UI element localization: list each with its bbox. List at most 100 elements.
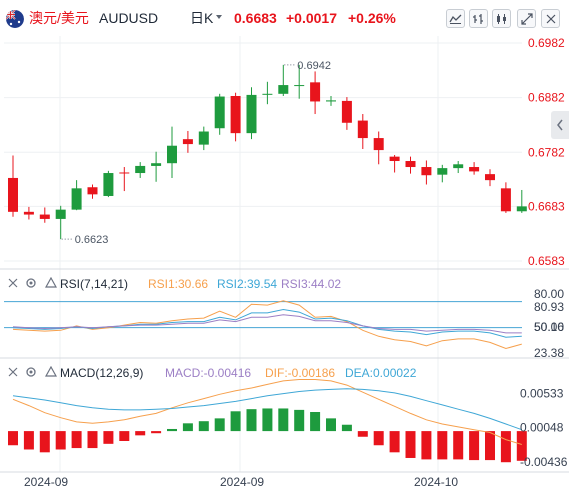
rsi-settings-icon[interactable]: [24, 276, 37, 289]
rsi-axis-label: 23.38: [534, 346, 564, 360]
symbol-code: AUDUSD: [99, 10, 159, 26]
macd-axis-label: 0.00533: [520, 386, 564, 400]
period-dropdown-icon[interactable]: [216, 15, 222, 19]
macd-histogram-bar: [87, 431, 98, 449]
candle-style-button[interactable]: [492, 9, 511, 28]
candle-body: [230, 95, 241, 134]
candle-body: [500, 188, 511, 212]
macd-histogram-bar: [310, 412, 321, 432]
macd-histogram-bar: [437, 431, 448, 460]
macd-histogram-bar: [246, 409, 257, 432]
dea-value: DEA:0.00022: [345, 366, 417, 380]
indicator-icon: [449, 14, 462, 24]
macd-histogram-bar: [71, 431, 82, 449]
macd-histogram-bar: [214, 418, 225, 432]
rsi1-value: RSI1:30.66: [148, 277, 209, 291]
macd-histogram-bar: [198, 421, 209, 432]
candle-body: [8, 177, 18, 212]
candle-body: [516, 206, 527, 212]
macd-collapse-icon[interactable]: [6, 365, 19, 378]
macd-histogram-bar: [278, 408, 289, 432]
more-button[interactable]: [541, 9, 560, 28]
candle-body: [182, 139, 193, 145]
indicator-button[interactable]: [446, 9, 465, 28]
fullscreen-button[interactable]: [517, 9, 536, 28]
candle-body: [246, 94, 257, 134]
macd-histogram-bar: [39, 431, 50, 453]
rsi-axis-label: 80.00: [534, 287, 564, 301]
macd-histogram-bar: [135, 431, 146, 436]
macd-histogram-bar: [421, 431, 432, 460]
candle-body: [341, 100, 352, 123]
macd-histogram-bar: [182, 423, 193, 432]
macd-histogram-bar: [357, 431, 368, 437]
macd-histogram-bar: [55, 431, 66, 450]
macd-histogram-bar: [294, 409, 305, 432]
macd-histogram-bar: [103, 431, 114, 444]
date-axis-label: 2024-10: [414, 475, 458, 489]
candle-body: [485, 174, 495, 181]
macd-settings-icon[interactable]: [24, 365, 37, 378]
chevron-left-icon: [557, 119, 563, 131]
macd-histogram-bar: [151, 431, 162, 434]
candle-body: [389, 156, 400, 162]
rsi2-value: RSI2:39.54: [217, 277, 278, 291]
macd-histogram-bar: [167, 428, 177, 432]
rsi-axis-label: 80.93: [534, 300, 564, 314]
macd-value: MACD:-0.00416: [165, 366, 252, 380]
bar-style-button[interactable]: [469, 9, 488, 28]
low-price-annotation: 0.6623: [75, 234, 109, 246]
dif-value: DIF:-0.00186: [265, 366, 336, 380]
date-axis-label: 2024-09: [220, 475, 264, 489]
candle-body: [167, 145, 177, 164]
candle-body: [278, 85, 289, 94]
candle-body: [151, 163, 162, 166]
macd-axis-label: 0.00048: [520, 421, 564, 435]
candle-body: [87, 187, 98, 195]
rsi1-line: [12, 300, 522, 350]
macd-histogram-bar: [230, 411, 241, 432]
rsi-axis-label: 50.16: [534, 320, 564, 334]
candle-body: [55, 209, 66, 219]
rsi3-value: RSI3:44.02: [281, 277, 342, 291]
macd-histogram-bar: [405, 431, 416, 458]
price-change-pct: +0.26%: [348, 10, 396, 26]
rsi-collapse-icon[interactable]: [6, 276, 19, 289]
candle-body: [39, 214, 50, 219]
candle-body: [453, 164, 464, 169]
candle-body: [103, 173, 114, 196]
macd-histogram-bar: [469, 431, 480, 461]
candle-body: [373, 138, 384, 151]
candle-body: [71, 188, 82, 210]
rsi2-line: [12, 308, 522, 338]
macd-histogram-bar: [389, 431, 400, 453]
macd-histogram-bar: [326, 418, 336, 432]
chart-canvas: 0.6982 0.6882 0.6782 0.6683 0.6583 0.6942 0.66…: [0, 36, 569, 489]
price-axis-label: 0.6782: [528, 145, 565, 159]
price-axis-label: 0.6583: [528, 254, 565, 268]
macd-histogram-bar: [262, 408, 273, 432]
pair-name: 澳元/美元: [29, 10, 89, 26]
macd-histogram-bar: [23, 431, 34, 450]
price-axis-label: 0.6982: [528, 36, 565, 50]
macd-histogram-bar: [119, 431, 130, 441]
price-change: +0.0017: [286, 10, 337, 26]
macd-label: MACD(12,26,9): [60, 366, 144, 380]
macd-histogram-bar: [341, 424, 352, 432]
macd-axis-label: -0.00436: [520, 455, 568, 469]
rsi-label: RSI(7,14,21): [60, 277, 129, 291]
rsi-info-icon[interactable]: [44, 276, 57, 289]
expand-panel-button[interactable]: [551, 111, 569, 139]
au-flag-icon: [6, 10, 24, 28]
price-axis-label: 0.6683: [528, 199, 565, 213]
fullscreen-icon: [520, 12, 533, 25]
period-selector[interactable]: 日K: [190, 9, 213, 27]
macd-histogram-bar: [500, 431, 511, 463]
candle-body: [357, 120, 368, 139]
date-axis-label: 2024-09: [24, 475, 68, 489]
high-price-annotation: 0.6942: [297, 60, 331, 72]
candle-style-icon: [497, 13, 506, 24]
macd-info-icon[interactable]: [44, 365, 57, 378]
macd-histogram-bar: [8, 431, 18, 446]
candle-body: [198, 131, 209, 145]
